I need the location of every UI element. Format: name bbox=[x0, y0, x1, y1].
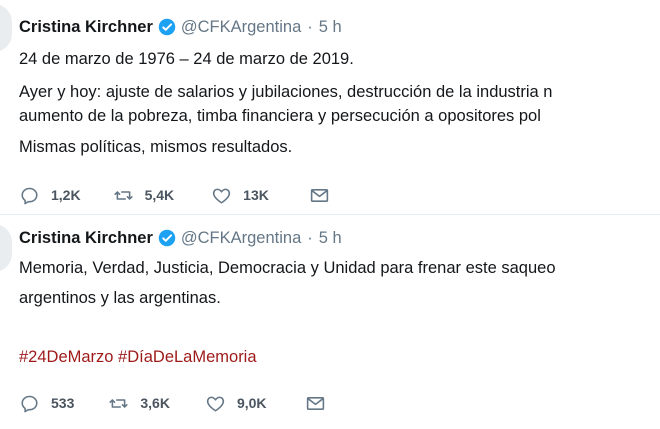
tweet-1-actions: 1,2K 5,4K 13K bbox=[19, 183, 330, 207]
envelope-icon bbox=[310, 188, 329, 202]
tweet-2-actions: 533 3,6K 9,0K bbox=[19, 391, 326, 415]
reply-count: 533 bbox=[51, 395, 75, 411]
tweet-line: Mismas políticas, mismos resultados. bbox=[19, 138, 293, 156]
like-count: 13K bbox=[243, 187, 269, 203]
tweet-2-text: Memoria, Verdad, Justicia, Democracia y … bbox=[19, 257, 660, 309]
tweet-line: argentinos y las argentinas. bbox=[19, 289, 221, 307]
heart-icon bbox=[213, 188, 231, 204]
retweet-icon bbox=[109, 398, 128, 408]
envelope-icon bbox=[306, 396, 324, 410]
like-button[interactable]: 9,0K bbox=[205, 393, 267, 414]
verified-badge-icon bbox=[158, 18, 176, 36]
author-name[interactable]: Cristina Kirchner bbox=[19, 229, 153, 248]
direct-message-button[interactable] bbox=[309, 185, 330, 206]
retweet-button[interactable]: 5,4K bbox=[113, 185, 175, 206]
retweet-count: 3,6K bbox=[140, 395, 170, 411]
retweet-icon bbox=[113, 190, 133, 200]
retweet-count: 5,4K bbox=[144, 187, 175, 203]
reply-icon bbox=[21, 187, 38, 204]
retweet-button[interactable]: 3,6K bbox=[108, 393, 170, 414]
avatar[interactable] bbox=[0, 4, 12, 52]
tweet-line: Ayer y hoy: ajuste de salarios y jubilac… bbox=[19, 83, 553, 101]
separator: · bbox=[307, 228, 313, 247]
tweet-line: Memoria, Verdad, Justicia, Democracia y … bbox=[19, 259, 556, 277]
avatar[interactable] bbox=[0, 224, 12, 272]
tweet-line: aumento de la pobreza, timba financiera … bbox=[19, 107, 541, 125]
separator: · bbox=[307, 17, 313, 36]
direct-message-button[interactable] bbox=[305, 393, 326, 414]
reply-count: 1,2K bbox=[51, 187, 81, 203]
author-handle[interactable]: @CFKArgentina bbox=[181, 18, 301, 37]
tweet-2-header: Cristina Kirchner @CFKArgentina · 5 h bbox=[19, 227, 342, 249]
heart-icon bbox=[206, 396, 225, 412]
hashtag-links[interactable]: #24DeMarzo #DíaDeLaMemoria bbox=[19, 346, 660, 368]
reply-button[interactable]: 1,2K bbox=[19, 185, 81, 206]
like-button[interactable]: 13K bbox=[211, 185, 269, 206]
tweet-line: 24 de marzo de 1976 – 24 de marzo de 201… bbox=[19, 50, 354, 68]
tweet-1-header: Cristina Kirchner @CFKArgentina · 5 h bbox=[19, 16, 342, 38]
verified-badge-icon bbox=[158, 229, 176, 247]
author-handle[interactable]: @CFKArgentina bbox=[181, 229, 301, 248]
timestamp[interactable]: 5 h bbox=[319, 18, 342, 37]
author-name[interactable]: Cristina Kirchner bbox=[19, 18, 153, 37]
reply-button[interactable]: 533 bbox=[19, 393, 74, 414]
like-count: 9,0K bbox=[236, 395, 267, 411]
tweet-1-text: 24 de marzo de 1976 – 24 de marzo de 201… bbox=[19, 48, 660, 158]
timestamp[interactable]: 5 h bbox=[319, 229, 342, 248]
reply-icon bbox=[21, 395, 38, 412]
